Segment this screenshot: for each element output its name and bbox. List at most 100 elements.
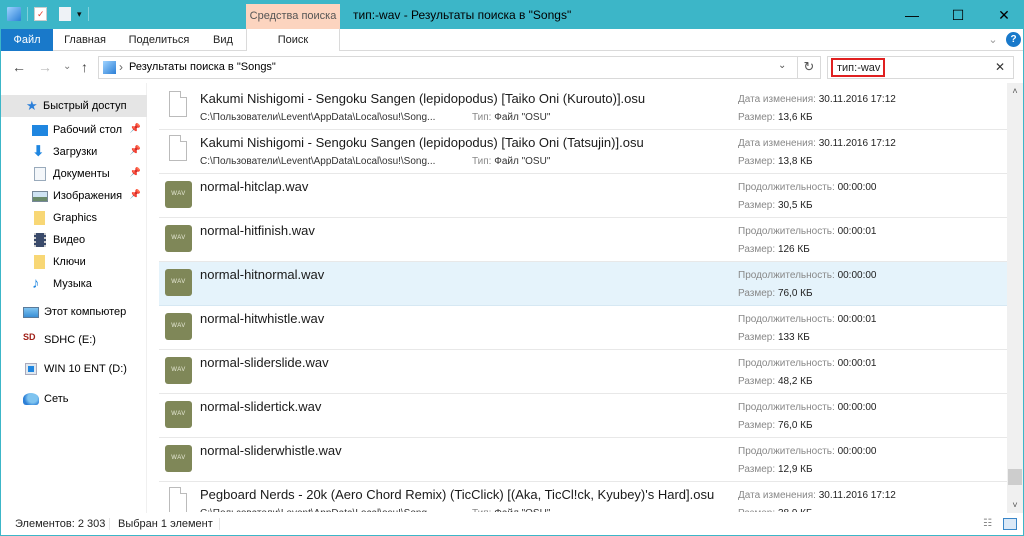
sidebar-item-music[interactable]: ♪ Музыка [1,273,147,295]
sidebar-item-label: Ключи [53,256,86,268]
file-row[interactable]: WAV normal-sliderslide.wav Продолжительнос… [159,350,1007,394]
item-count: Элементов: 2 303 [15,518,106,530]
sidebar-item-this-pc[interactable]: Этот компьютер [1,301,147,323]
document-file-icon [169,487,187,512]
sidebar-item-pictures[interactable]: Изображения 📌 [1,185,147,207]
duration: Продолжительность: 00:00:00 [738,402,877,413]
file-row[interactable]: WAV normal-hitnormal.wav Продолжительность… [159,262,1007,306]
sidebar-item-label: Graphics [53,212,98,224]
details-view-icon[interactable]: ☷ [983,518,997,530]
pin-icon[interactable]: 📌 [130,189,141,200]
forward-button[interactable]: → [38,59,52,75]
sidebar-item-desktop[interactable]: Рабочий стол 📌 [1,119,147,141]
scroll-down-button[interactable]: ˅ [1007,497,1023,513]
file-name: normal-hitclap.wav [200,179,309,194]
customize-qat-icon[interactable]: ▾ [77,9,82,20]
pin-icon[interactable]: 📌 [130,123,141,134]
address-history-icon[interactable]: ⌄ [778,60,786,71]
selection-count: Выбран 1 элемент [118,518,213,530]
duration: Продолжительность: 00:00:01 [738,358,877,369]
type-value: Файл "OSU" [494,156,551,167]
file-row[interactable]: WAV normal-sliderwhistle.wav Продолжительн… [159,438,1007,482]
file-type: Тип: Файл "OSU" [472,508,550,512]
new-folder-icon[interactable] [59,7,71,21]
date-modified: Дата изменения: 30.11.2016 17:12 [738,490,896,501]
minimize-icon: — [905,7,919,23]
search-box[interactable]: ✕ [827,56,1014,79]
duration-value: 00:00:01 [837,226,877,237]
tab-file[interactable]: Файл [1,29,53,51]
clear-search-icon[interactable]: ✕ [995,60,1005,74]
file-row[interactable]: WAV normal-hitfinish.wav Продолжительность… [159,218,1007,262]
duration-value: 00:00:01 [837,358,877,369]
breadcrumb[interactable]: Результаты поиска в "Songs" [129,61,276,73]
sidebar-item-video[interactable]: Видео [1,229,147,251]
quick-access-toolbar: ✓ ▾ [7,7,89,21]
pin-icon[interactable]: 📌 [130,145,141,156]
properties-icon[interactable]: ✓ [34,7,47,21]
file-name: normal-sliderslide.wav [200,355,329,370]
recent-locations-button[interactable]: ⌄ [63,61,71,72]
file-path: C:\Пользователи\Levent\AppData\Local\osu… [200,508,435,512]
back-button[interactable]: ← [12,59,26,75]
sidebar-item-documents[interactable]: Документы 📌 [1,163,147,185]
sidebar-item-win10-drive[interactable]: WIN 10 ENT (D:) [1,358,147,380]
sidebar-item-label: WIN 10 ENT (D:) [44,363,127,375]
scroll-thumb[interactable] [1008,469,1022,485]
file-row[interactable]: WAV normal-hitwhistle.wav Продолжительност… [159,306,1007,350]
tab-search[interactable]: Поиск [246,29,340,52]
file-row[interactable]: Kakumi Nishigomi - Sengoku Sangen (lepid… [159,130,1007,174]
duration: Продолжительность: 00:00:01 [738,314,877,325]
type-value: Файл "OSU" [494,508,550,512]
wav-file-icon: WAV [165,181,192,208]
file-size: Размер: 30,5 КБ [738,200,813,211]
size-value: 12,9 КБ [777,464,813,475]
file-row[interactable]: Pegboard Nerds - 20k (Aero Chord Remix) … [159,482,1007,512]
file-row[interactable]: WAV normal-hitclap.wav Продолжительность: … [159,174,1007,218]
sidebar-item-network[interactable]: Сеть [1,388,147,410]
scroll-up-button[interactable]: ˄ [1007,83,1023,99]
minimize-button[interactable]: — [889,1,935,29]
size-label: Размер: [738,112,776,123]
sidebar-item-quick-access[interactable]: ★ Быстрый доступ [1,95,147,117]
address-bar[interactable]: › Результаты поиска в "Songs" ⌄ [98,56,798,79]
file-size: Размер: 48,2 КБ [738,376,813,387]
wav-file-icon: WAV [165,225,192,252]
file-name: normal-slidertick.wav [200,399,322,414]
pin-icon[interactable]: 📌 [130,167,141,178]
sidebar-item-keys[interactable]: Ключи [1,251,147,273]
size-value: 13,8 КБ [777,156,813,167]
close-button[interactable]: ✕ [981,1,1024,29]
explorer-icon[interactable] [7,7,21,21]
wav-file-icon: WAV [165,445,192,472]
network-icon [23,393,39,405]
tab-home[interactable]: Главная [57,29,113,51]
sidebar-item-sdhc[interactable]: SD SDHC (E:) [1,329,147,351]
file-size: Размер: 133 КБ [738,332,810,343]
date-modified: Дата изменения: 30.11.2016 17:12 [738,138,896,149]
type-label: Тип: [472,112,492,123]
size-label: Размер: [738,464,776,475]
navigation-bar: ← → ⌄ ↑ › Результаты поиска в "Songs" ⌄ … [1,51,1023,83]
help-icon[interactable]: ? [1006,32,1021,47]
refresh-button[interactable]: ↻ [798,56,821,79]
tiles-view-icon[interactable] [1003,518,1017,530]
file-row[interactable]: Kakumi Nishigomi - Sengoku Sangen (lepid… [159,86,1007,130]
sd-card-icon: SD [23,332,36,342]
search-input[interactable] [831,58,885,77]
sidebar-item-downloads[interactable]: ⬇ Загрузки 📌 [1,141,147,163]
size-label: Размер: [738,376,776,387]
file-size: Размер: 126 КБ [738,244,810,255]
size-value: 30,5 КБ [777,200,813,211]
tab-view[interactable]: Вид [201,29,245,51]
navigation-pane: ★ Быстрый доступ Рабочий стол 📌 ⬇ Загруз… [1,83,147,513]
vertical-scrollbar[interactable]: ˄ ˅ [1007,83,1023,513]
sidebar-item-graphics[interactable]: Graphics [1,207,147,229]
sidebar-item-label: Документы [53,168,110,180]
title-bar: ✓ ▾ Средства поиска тип:-wav - Результат… [1,1,1023,29]
file-row[interactable]: WAV normal-slidertick.wav Продолжительност… [159,394,1007,438]
up-button[interactable]: ↑ [81,59,88,75]
tab-share[interactable]: Поделиться [121,29,197,51]
ribbon-expand-icon[interactable]: ⌄ [985,29,1001,51]
maximize-button[interactable]: ☐ [935,1,981,29]
